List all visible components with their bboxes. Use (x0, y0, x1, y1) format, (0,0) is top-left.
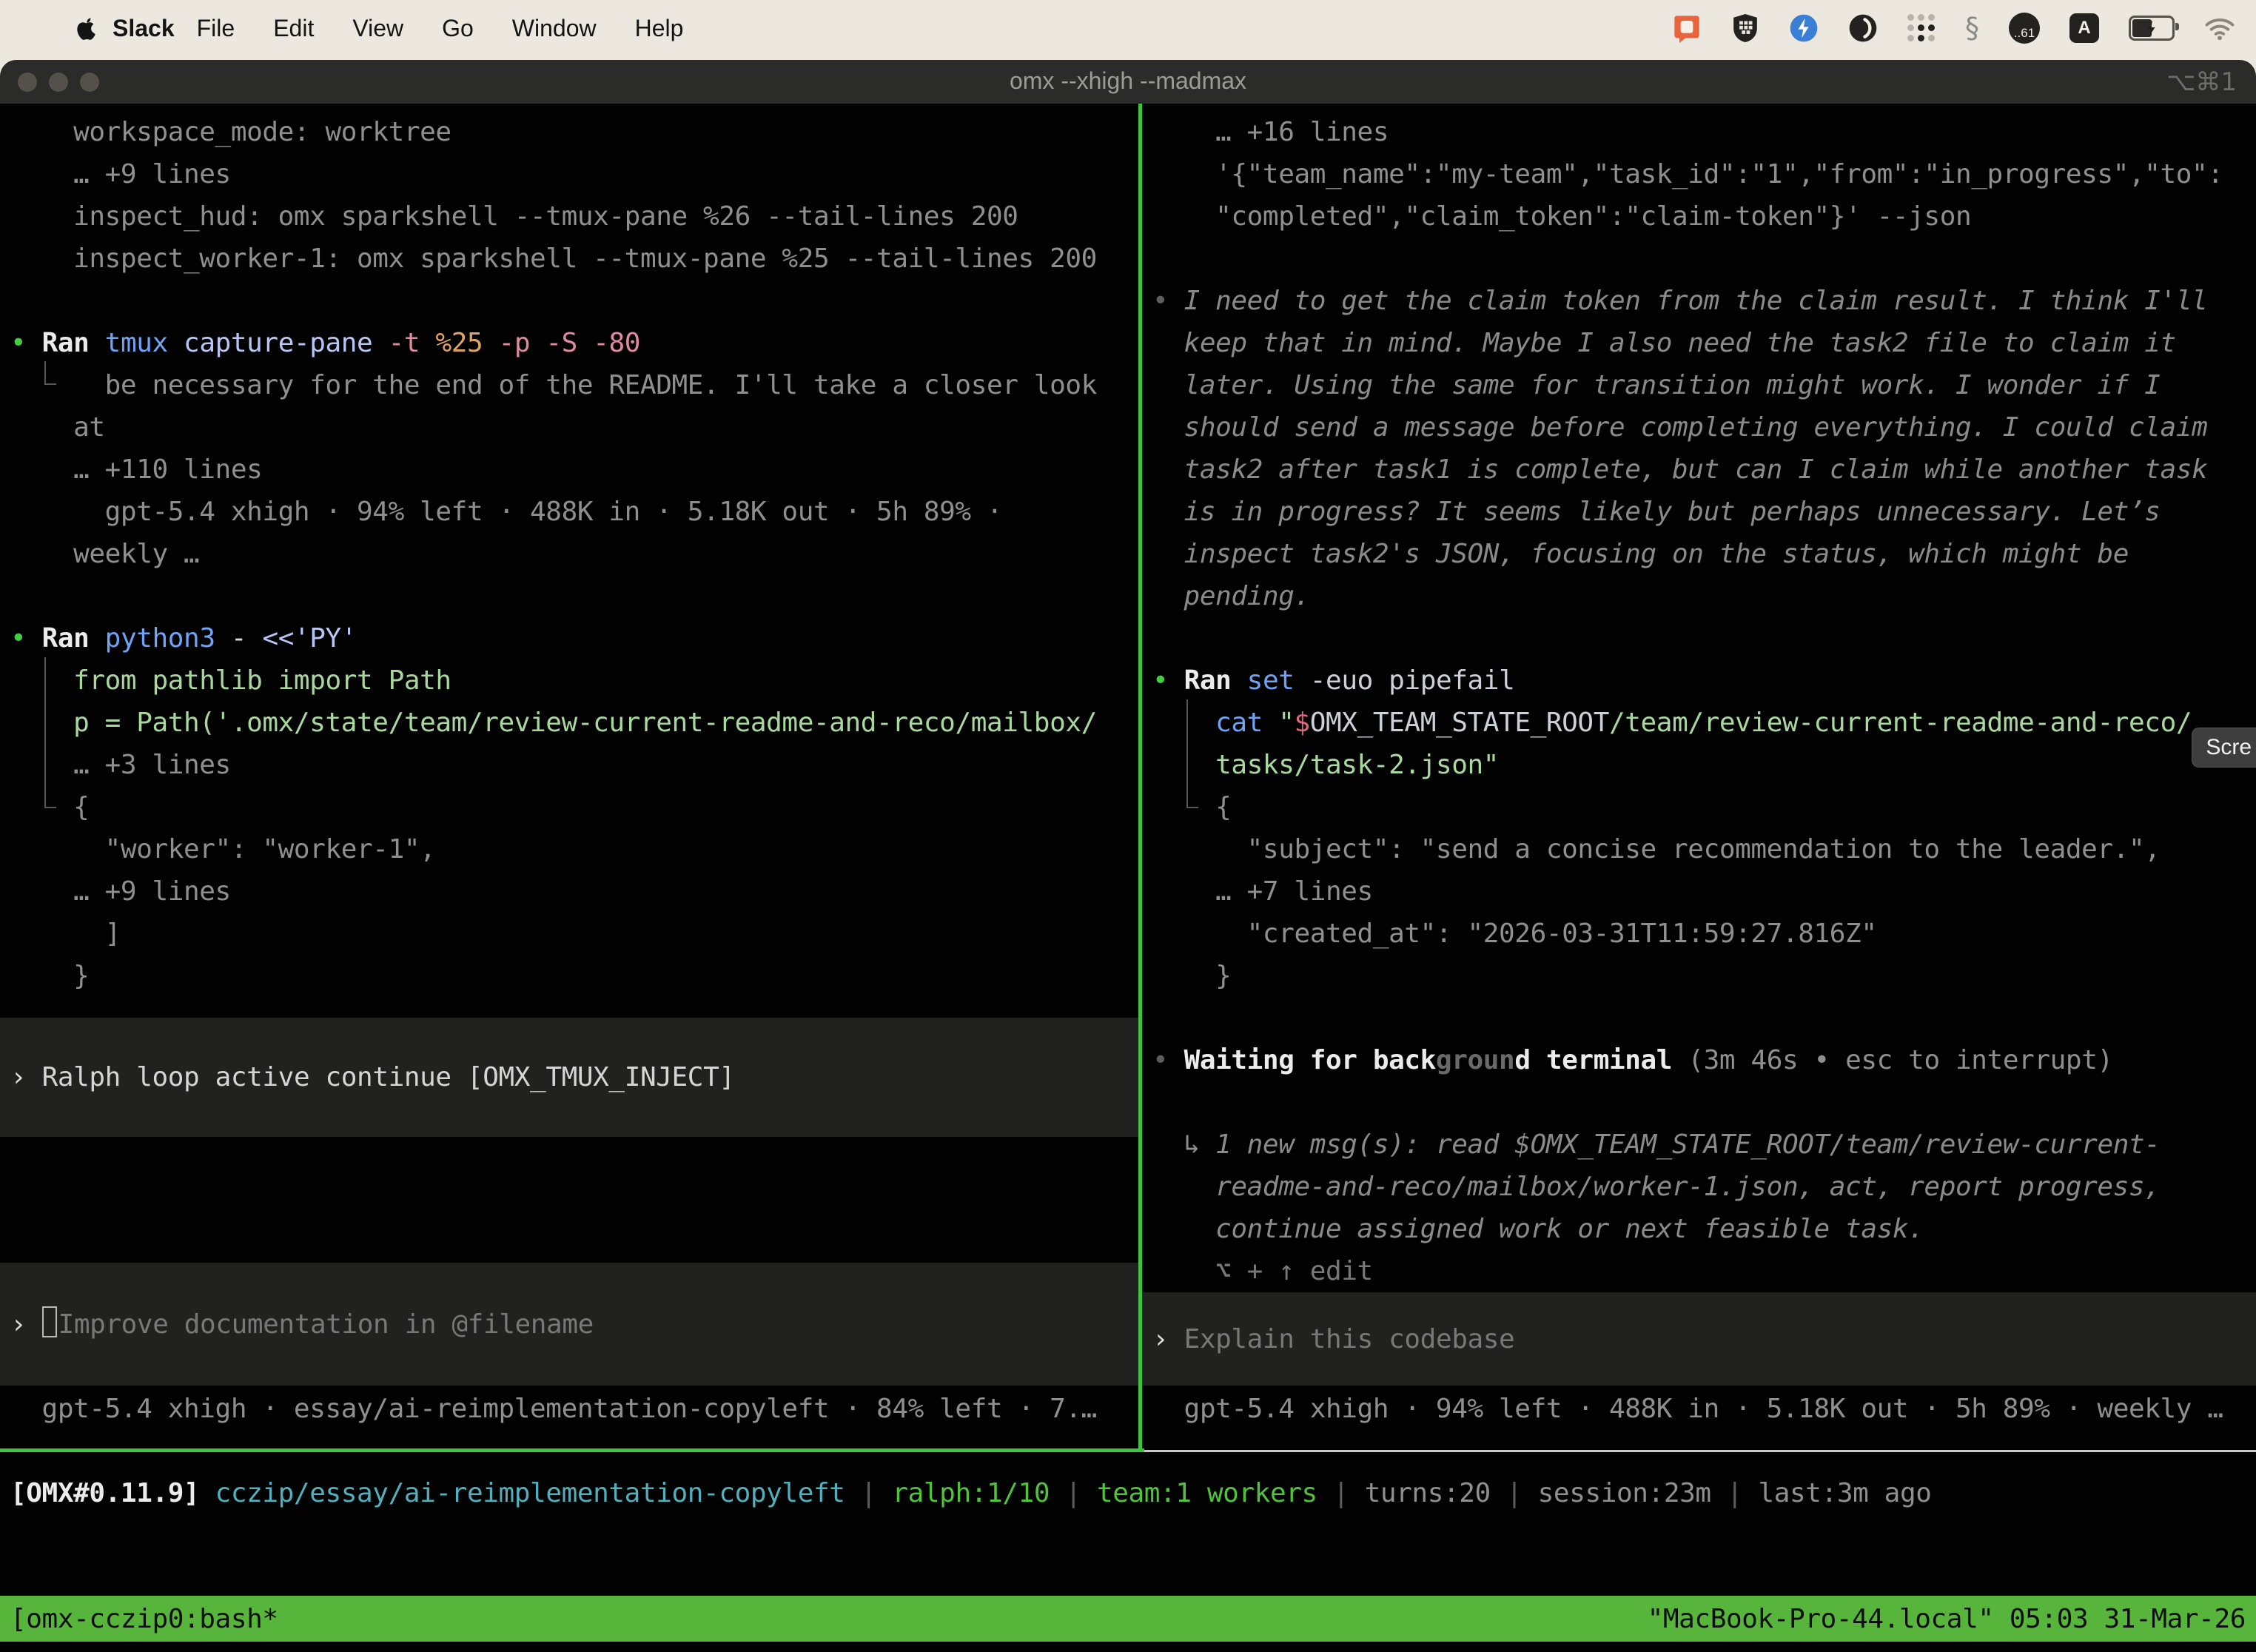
menu-item-window[interactable]: Window (512, 15, 597, 42)
wifi-icon[interactable] (2204, 13, 2235, 44)
window-shortcut-badge: ⌥⌘1 (2166, 67, 2237, 97)
apple-menu-icon[interactable] (77, 16, 98, 41)
left-composer[interactable]: › Improve documentation in @filename (0, 1263, 1138, 1386)
menu-bar-status-icons: § ..61 A (1672, 13, 2235, 44)
menu-item-go[interactable]: Go (442, 15, 474, 42)
coin-badge-icon[interactable]: ..61 (2009, 13, 2040, 44)
menu-bar: Slack File Edit View Go Window Help (0, 0, 2256, 56)
right-transcript: … +16 lines '{"team_name":"my-team","tas… (1152, 111, 2256, 1292)
sync-bolt-icon[interactable] (1789, 13, 1819, 43)
menu-item-app[interactable]: Slack (113, 15, 175, 42)
pane-worker-2[interactable]: … +16 lines '{"team_name":"my-team","tas… (1142, 104, 2256, 1448)
terminal-window: workspace_mode: worktree … +9 lines insp… (0, 104, 2256, 1652)
prompt-chevron: › (10, 1309, 42, 1340)
pane-worker[interactable]: workspace_mode: worktree … +9 lines insp… (0, 104, 1138, 1448)
menu-item-view[interactable]: View (352, 15, 403, 42)
battery-icon[interactable] (2129, 16, 2175, 41)
text-cursor (42, 1306, 57, 1337)
shield-grid-icon[interactable] (1731, 13, 1759, 44)
crescent-icon[interactable] (1848, 13, 1878, 43)
left-input-box[interactable]: › Ralph loop active continue [OMX_TMUX_I… (0, 1018, 1138, 1137)
window-titlebar[interactable]: omx --xhigh --madmax ⌥⌘1 (0, 60, 2256, 104)
menu-item-edit[interactable]: Edit (273, 15, 314, 42)
screen: Slack File Edit View Go Window Help (0, 0, 2256, 1652)
traffic-lights (18, 73, 99, 92)
pane-divider[interactable] (1138, 104, 1142, 1451)
tmux-host-clock-label: "MacBook-Pro-44.local" 05:03 31-Mar-26 (1648, 1604, 2246, 1634)
menu-item-file[interactable]: File (197, 15, 235, 42)
screenshot-tooltip[interactable]: Scre (2192, 728, 2256, 768)
hud-pane: [OMX#0.11.9] cczip/essay/ai-reimplementa… (0, 1451, 2256, 1596)
chat-badge-icon[interactable] (1672, 13, 1702, 43)
command-output-rule (44, 361, 56, 385)
command-output-rule (44, 657, 56, 808)
tmux-status-bar: [omx-cczip0:bash* "MacBook-Pro-44.local"… (0, 1596, 2256, 1642)
hook-icon[interactable]: § (1965, 14, 1979, 42)
zoom-button[interactable] (80, 73, 99, 92)
dots-grid-icon[interactable] (1907, 14, 1936, 42)
window-titlebar-area: omx --xhigh --madmax ⌥⌘1 (0, 56, 2256, 104)
composer-placeholder: Improve documentation in @filename (58, 1309, 594, 1340)
left-transcript: workspace_mode: worktree … +9 lines insp… (10, 111, 1138, 997)
menu-item-help[interactable]: Help (635, 15, 684, 42)
command-output-rule (1186, 699, 1198, 808)
right-composer-placeholder: › Explain this codebase (1152, 1324, 1514, 1354)
right-session-status: gpt-5.4 xhigh · 94% left · 488K in · 5.1… (1152, 1388, 2223, 1430)
tmux-session-label[interactable]: [omx-cczip0:bash* (10, 1604, 278, 1634)
keyboard-layout-icon[interactable]: A (2069, 13, 2099, 43)
left-session-status: gpt-5.4 xhigh · essay/ai-reimplementatio… (10, 1388, 1097, 1430)
minimize-button[interactable] (49, 73, 68, 92)
right-composer[interactable]: › Explain this codebase (1142, 1292, 2256, 1386)
left-input-text: › Ralph loop active continue [OMX_TMUX_I… (10, 1062, 735, 1092)
window-title: omx --xhigh --madmax (1010, 67, 1246, 95)
hud-status-line: [OMX#0.11.9] cczip/essay/ai-reimplementa… (10, 1472, 1932, 1514)
close-button[interactable] (18, 73, 37, 92)
